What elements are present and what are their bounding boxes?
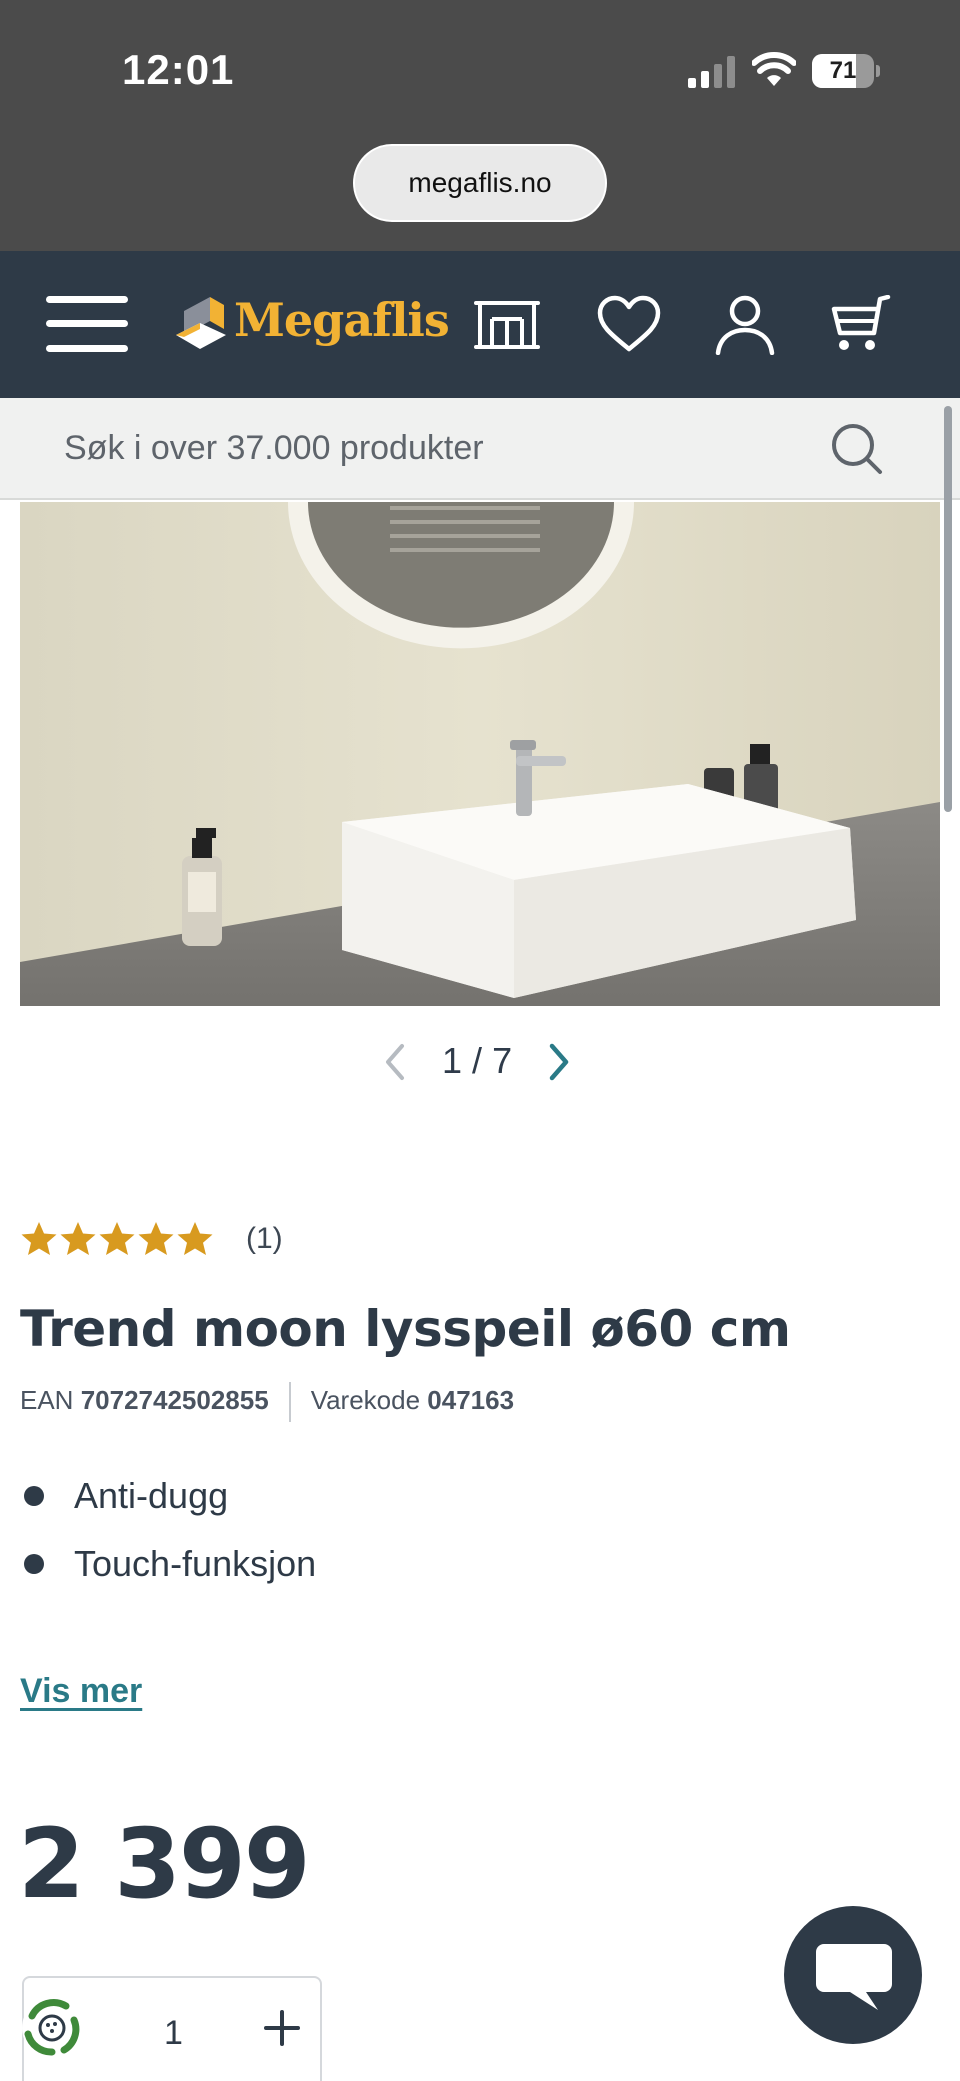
wifi-icon <box>752 52 796 86</box>
rating-count: (1) <box>246 1222 283 1255</box>
quantity-value[interactable]: 1 <box>164 2014 183 2053</box>
product-price: 2 399 <box>18 1808 311 1920</box>
store-icon[interactable] <box>472 295 542 355</box>
feature-list: Anti-dugg Touch-funksjon <box>20 1470 316 1606</box>
sku-label: Varekode <box>310 1384 421 1415</box>
codes-divider <box>288 1382 291 1422</box>
cart-icon[interactable] <box>826 295 896 355</box>
scrollbar-thumb[interactable] <box>944 406 952 812</box>
recycle-badge-icon <box>22 1998 82 2058</box>
gallery-pager: 1 / 7 <box>380 1034 580 1090</box>
feature-text: Anti-dugg <box>74 1475 229 1516</box>
product-title: Trend moon lysspeil ø60 cm <box>20 1300 791 1358</box>
address-bar[interactable]: megaflis.no <box>353 144 607 222</box>
star-icon <box>177 1222 213 1255</box>
site-header: Megaflis <box>0 251 960 398</box>
product-codes: EAN 7072742502855 Varekode 047163 <box>20 1382 514 1422</box>
gallery-current: 1 <box>442 1040 463 1081</box>
ean-label: EAN <box>20 1384 74 1415</box>
account-icon[interactable] <box>710 295 780 355</box>
battery-icon: 71 <box>812 54 880 88</box>
bullet-icon <box>24 1554 44 1574</box>
plus-icon[interactable] <box>262 2008 302 2048</box>
feature-item: Anti-dugg <box>20 1470 316 1538</box>
chevron-right-icon[interactable] <box>544 1040 574 1084</box>
chat-button[interactable] <box>784 1906 922 2044</box>
bullet-icon <box>24 1486 44 1506</box>
gallery-separator: / <box>472 1040 483 1081</box>
gallery-total: 7 <box>492 1040 513 1081</box>
star-icon <box>60 1222 96 1255</box>
status-time: 12:01 <box>122 46 235 93</box>
star-icon <box>21 1222 57 1255</box>
chat-bubble-icon <box>816 1944 892 2010</box>
heart-icon[interactable] <box>594 295 664 355</box>
feature-text: Touch-funksjon <box>74 1543 317 1584</box>
show-more-link[interactable]: Vis mer <box>20 1672 142 1711</box>
star-icon <box>99 1222 135 1255</box>
menu-icon[interactable] <box>46 296 128 352</box>
chevron-left-icon[interactable] <box>380 1040 410 1084</box>
search-bar <box>0 398 960 500</box>
search-icon[interactable] <box>830 422 884 476</box>
cellular-signal-icon <box>688 56 735 88</box>
search-input[interactable] <box>64 398 804 498</box>
gallery-counter: 1 / 7 <box>442 1040 512 1082</box>
logo[interactable]: Megaflis <box>174 289 450 359</box>
product-image[interactable] <box>20 502 940 1006</box>
status-bar-area: 12:01 71 megaflis.no <box>0 0 960 251</box>
logo-mark-icon <box>176 297 226 349</box>
ean-value: 7072742502855 <box>80 1384 269 1415</box>
battery-level: 71 <box>829 57 857 84</box>
sku-value: 047163 <box>427 1384 515 1415</box>
feature-item: Touch-funksjon <box>20 1538 316 1606</box>
star-icon <box>138 1222 174 1255</box>
logo-text: Megaflis <box>234 293 450 347</box>
